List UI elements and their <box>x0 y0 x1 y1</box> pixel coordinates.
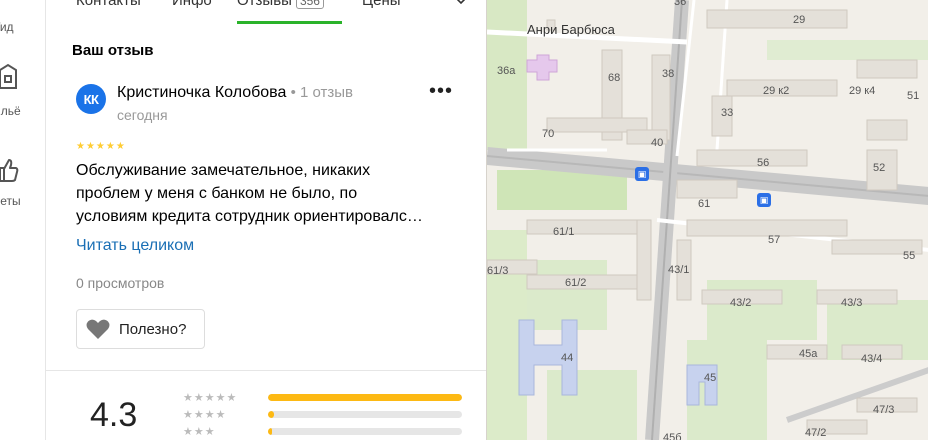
street-label: Анри Барбюса <box>527 22 615 37</box>
review-stars: ★★★★★ <box>76 141 126 152</box>
house-number: 47/2 <box>805 427 827 439</box>
rating-bar <box>268 394 462 401</box>
rating-bar-fill <box>268 411 274 418</box>
rating-bar-fill <box>268 394 462 401</box>
author-name[interactable]: Кристиночка Колобова <box>117 84 286 101</box>
house-number: 68 <box>608 72 621 84</box>
building-icon <box>0 63 17 89</box>
bus-stop-icon[interactable]: ▣ <box>635 167 649 181</box>
map-view[interactable]: Анри Барбюса ▣ ▣ 36 29 36а 68 38 29 к2 2… <box>486 0 928 440</box>
house-number: 61/3 <box>487 265 509 277</box>
rail-item-label: Гид <box>0 20 14 34</box>
read-more-link[interactable]: Читать целиком <box>76 237 194 255</box>
author-review-count: • 1 отзыв <box>286 84 354 101</box>
house-number: 43/4 <box>861 353 883 365</box>
house-number: 55 <box>903 250 916 262</box>
rating-row-stars: ★★★★ <box>183 409 227 421</box>
rail-item-label: веты <box>0 194 21 208</box>
review-text: Обслуживание замечательное, никаких проб… <box>76 159 466 228</box>
house-number: 43/1 <box>668 264 690 276</box>
avatar[interactable]: КК <box>76 84 106 114</box>
review-text-line: проблем у меня с банком не было, по <box>76 185 358 202</box>
bus-stop-icon[interactable]: ▣ <box>757 193 771 207</box>
rail-item-housing[interactable]: ильё <box>0 62 45 122</box>
heart-icon <box>86 319 110 339</box>
rating-row-3[interactable]: ★★★ <box>183 425 473 439</box>
rating-row-stars: ★★★ <box>183 426 216 438</box>
rating-row-5[interactable]: ★★★★★ <box>183 391 473 405</box>
active-tab-indicator <box>237 21 342 24</box>
house-number: 36а <box>497 65 516 77</box>
tab-prices[interactable]: Цены <box>362 0 401 9</box>
left-rail: Гид ильё веты <box>0 0 46 440</box>
tab-reviews-label: Отзывы <box>237 0 292 9</box>
house-number: 45 <box>704 372 717 384</box>
rating-bar <box>268 411 462 418</box>
house-number: 70 <box>542 128 555 140</box>
divider <box>46 370 486 371</box>
rail-item-guide[interactable]: Гид <box>0 10 45 40</box>
house-number: 29 <box>793 14 806 26</box>
house-number: 33 <box>721 107 734 119</box>
rating-bar <box>268 428 462 435</box>
house-number: 47/3 <box>873 404 895 416</box>
house-number: 40 <box>651 137 664 149</box>
house-number: 56 <box>757 157 770 169</box>
rating-bar-fill <box>268 428 272 435</box>
house-number: 61/2 <box>565 277 587 289</box>
review-text-line: условиям кредита сотрудник ориентировалс… <box>76 208 423 225</box>
review-author[interactable]: Кристиночка Колобова • 1 отзыв <box>117 84 353 102</box>
rail-item-tips[interactable]: веты <box>0 152 45 212</box>
tab-bar: Контакты Инфо Отзывы 356 Цены <box>46 0 486 26</box>
tab-contacts[interactable]: Контакты <box>76 0 141 9</box>
review-date: сегодня <box>117 107 168 123</box>
rating-value: 4.3 <box>90 396 138 434</box>
house-number: 57 <box>768 234 781 246</box>
house-number: 52 <box>873 162 886 174</box>
org-card-panel: Контакты Инфо Отзывы 356 Цены Ваш отзыв К… <box>46 0 486 440</box>
chevron-down-icon[interactable] <box>456 0 466 7</box>
house-number: 43/3 <box>841 297 863 309</box>
tab-info[interactable]: Инфо <box>172 0 212 9</box>
views-count: 0 просмотров <box>76 275 165 291</box>
house-number: 43/2 <box>730 297 752 309</box>
house-number: 29 к2 <box>763 85 790 97</box>
house-number: 38 <box>662 68 675 80</box>
thumbs-up-icon <box>0 159 19 182</box>
house-number: 45а <box>799 348 818 360</box>
house-number: 29 к4 <box>849 85 876 97</box>
house-number: 61 <box>698 198 711 210</box>
review-text-line: Обслуживание замечательное, никаких <box>76 162 371 179</box>
house-number: 36 <box>674 0 687 8</box>
rating-row-stars: ★★★★★ <box>183 392 238 404</box>
house-number: 45б <box>663 432 682 440</box>
house-number: 44 <box>561 352 574 364</box>
more-options-button[interactable]: ••• <box>429 81 453 106</box>
rail-item-label: ильё <box>0 104 21 118</box>
house-number: 51 <box>907 90 920 102</box>
rating-row-4[interactable]: ★★★★ <box>183 408 473 422</box>
section-title: Ваш отзыв <box>72 42 154 59</box>
review-count-badge: 356 <box>295 0 324 9</box>
useful-button-label: Полезно? <box>119 320 187 338</box>
tab-reviews[interactable]: Отзывы 356 <box>237 0 324 9</box>
useful-button[interactable]: Полезно? <box>76 309 205 349</box>
house-number: 61/1 <box>553 226 575 238</box>
